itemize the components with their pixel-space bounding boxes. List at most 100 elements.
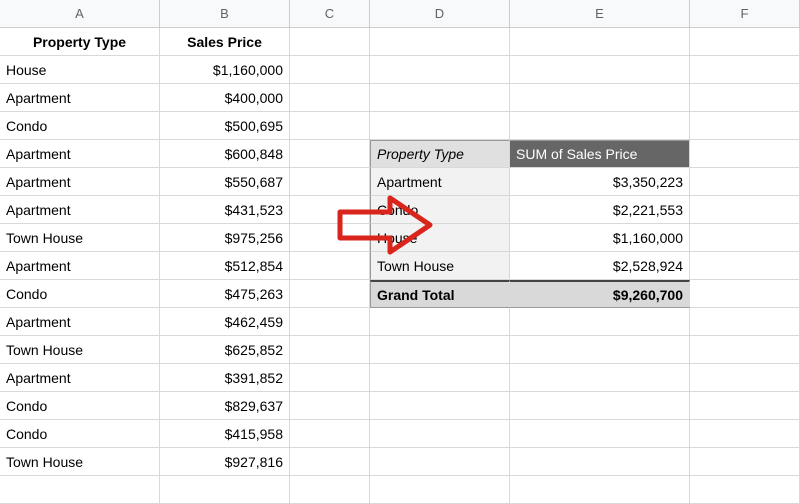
cell-11-3[interactable]	[370, 308, 510, 336]
data-type-12[interactable]: Town House	[0, 336, 160, 364]
cell-14-5[interactable]	[690, 392, 800, 420]
pivot-label-2[interactable]: House	[370, 224, 510, 252]
pivot-label-1[interactable]: Condo	[370, 196, 510, 224]
cell-13-2[interactable]	[290, 364, 370, 392]
data-price-12[interactable]: $625,852	[160, 336, 290, 364]
data-type-10[interactable]: Condo	[0, 280, 160, 308]
cell-1-4[interactable]	[510, 28, 690, 56]
data-price-8[interactable]: $975,256	[160, 224, 290, 252]
data-type-16[interactable]: Town House	[0, 448, 160, 476]
cell-1-2[interactable]	[290, 28, 370, 56]
cell-14-3[interactable]	[370, 392, 510, 420]
data-price-7[interactable]: $431,523	[160, 196, 290, 224]
data-type-3[interactable]: Apartment	[0, 84, 160, 112]
cell-5-2[interactable]	[290, 140, 370, 168]
data-type-7[interactable]: Apartment	[0, 196, 160, 224]
cell-14-4[interactable]	[510, 392, 690, 420]
cell-2-5[interactable]	[690, 56, 800, 84]
cell-15-5[interactable]	[690, 420, 800, 448]
cell-4-2[interactable]	[290, 112, 370, 140]
cell-4-5[interactable]	[690, 112, 800, 140]
cell-9-5[interactable]	[690, 252, 800, 280]
pivot-total-label[interactable]: Grand Total	[370, 280, 510, 308]
cell-2-4[interactable]	[510, 56, 690, 84]
data-type-4[interactable]: Condo	[0, 112, 160, 140]
header-sales-price[interactable]: Sales Price	[160, 28, 290, 56]
pivot-total-value[interactable]: $9,260,700	[510, 280, 690, 308]
cell-7-5[interactable]	[690, 196, 800, 224]
cell-13-4[interactable]	[510, 364, 690, 392]
cell-2-2[interactable]	[290, 56, 370, 84]
data-price-2[interactable]: $1,160,000	[160, 56, 290, 84]
cell-11-4[interactable]	[510, 308, 690, 336]
cell-3-5[interactable]	[690, 84, 800, 112]
data-type-5[interactable]: Apartment	[0, 140, 160, 168]
cell-3-2[interactable]	[290, 84, 370, 112]
cell-12-2[interactable]	[290, 336, 370, 364]
cell-3-3[interactable]	[370, 84, 510, 112]
cell-1-3[interactable]	[370, 28, 510, 56]
data-type-2[interactable]: House	[0, 56, 160, 84]
cell-11-5[interactable]	[690, 308, 800, 336]
data-price-15[interactable]: $415,958	[160, 420, 290, 448]
cell-15-4[interactable]	[510, 420, 690, 448]
cell-15-3[interactable]	[370, 420, 510, 448]
data-price-9[interactable]: $512,854	[160, 252, 290, 280]
pivot-header-right[interactable]: SUM of Sales Price	[510, 140, 690, 168]
data-price-11[interactable]: $462,459	[160, 308, 290, 336]
pivot-value-0[interactable]: $3,350,223	[510, 168, 690, 196]
cell-8-2[interactable]	[290, 224, 370, 252]
pivot-label-0[interactable]: Apartment	[370, 168, 510, 196]
data-type-14[interactable]: Condo	[0, 392, 160, 420]
data-type-11[interactable]: Apartment	[0, 308, 160, 336]
cell-5-5[interactable]	[690, 140, 800, 168]
cell-12-5[interactable]	[690, 336, 800, 364]
data-price-4[interactable]: $500,695	[160, 112, 290, 140]
cell-4-4[interactable]	[510, 112, 690, 140]
cell-7-2[interactable]	[290, 196, 370, 224]
col-header-A[interactable]: A	[0, 0, 160, 28]
data-price-5[interactable]: $600,848	[160, 140, 290, 168]
cell-16-5[interactable]	[690, 448, 800, 476]
col-header-F[interactable]: F	[690, 0, 800, 28]
pivot-value-1[interactable]: $2,221,553	[510, 196, 690, 224]
col-header-D[interactable]: D	[370, 0, 510, 28]
cell-16-4[interactable]	[510, 448, 690, 476]
data-type-6[interactable]: Apartment	[0, 168, 160, 196]
spreadsheet-grid[interactable]: ABCDEFProperty TypeSales PriceHouse$1,16…	[0, 0, 800, 504]
data-type-9[interactable]: Apartment	[0, 252, 160, 280]
cell-11-2[interactable]	[290, 308, 370, 336]
cell-3-4[interactable]	[510, 84, 690, 112]
cell-1-5[interactable]	[690, 28, 800, 56]
data-price-16[interactable]: $927,816	[160, 448, 290, 476]
cell-6-2[interactable]	[290, 168, 370, 196]
data-price-10[interactable]: $475,263	[160, 280, 290, 308]
cell-13-5[interactable]	[690, 364, 800, 392]
header-property-type[interactable]: Property Type	[0, 28, 160, 56]
pivot-label-3[interactable]: Town House	[370, 252, 510, 280]
pivot-value-2[interactable]: $1,160,000	[510, 224, 690, 252]
cell-14-2[interactable]	[290, 392, 370, 420]
data-type-13[interactable]: Apartment	[0, 364, 160, 392]
cell-12-4[interactable]	[510, 336, 690, 364]
cell-9-2[interactable]	[290, 252, 370, 280]
data-type-8[interactable]: Town House	[0, 224, 160, 252]
cell-2-3[interactable]	[370, 56, 510, 84]
cell-16-3[interactable]	[370, 448, 510, 476]
cell-10-5[interactable]	[690, 280, 800, 308]
cell-6-5[interactable]	[690, 168, 800, 196]
cell-15-2[interactable]	[290, 420, 370, 448]
data-price-3[interactable]: $400,000	[160, 84, 290, 112]
cell-8-5[interactable]	[690, 224, 800, 252]
cell-13-3[interactable]	[370, 364, 510, 392]
data-price-13[interactable]: $391,852	[160, 364, 290, 392]
data-price-6[interactable]: $550,687	[160, 168, 290, 196]
data-type-15[interactable]: Condo	[0, 420, 160, 448]
cell-16-2[interactable]	[290, 448, 370, 476]
pivot-value-3[interactable]: $2,528,924	[510, 252, 690, 280]
col-header-C[interactable]: C	[290, 0, 370, 28]
cell-10-2[interactable]	[290, 280, 370, 308]
cell-12-3[interactable]	[370, 336, 510, 364]
col-header-B[interactable]: B	[160, 0, 290, 28]
col-header-E[interactable]: E	[510, 0, 690, 28]
